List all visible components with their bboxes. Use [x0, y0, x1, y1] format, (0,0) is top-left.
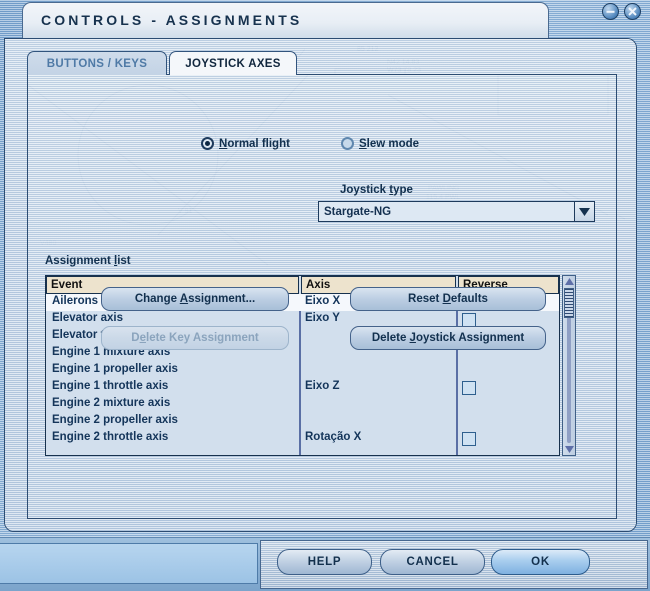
cell-event: Elevator axis: [52, 312, 123, 324]
cancel-button-label: CANCEL: [406, 556, 459, 568]
cell-axis: Eixo Y: [305, 312, 340, 324]
help-button[interactable]: HELP: [277, 549, 372, 575]
scroll-down-arrow-icon: [564, 446, 574, 453]
radio-slew-mode-indicator: [341, 137, 354, 150]
tab-joystick-axes-label: JOYSTICK AXES: [185, 57, 281, 70]
joystick-type-dropdown-button[interactable]: [574, 202, 594, 221]
tab-joystick-axes[interactable]: JOYSTICK AXES: [169, 51, 297, 75]
scrollbar-up-button[interactable]: [563, 276, 575, 287]
scrollbar-down-button[interactable]: [563, 444, 575, 455]
cell-event: Engine 2 mixture axis: [52, 397, 171, 409]
reverse-checkbox[interactable]: [462, 432, 476, 446]
ok-button[interactable]: OK: [491, 549, 590, 575]
radio-normal-flight-label: Normal flight: [219, 137, 290, 150]
table-row[interactable]: Engine 2 throttle axis Rotação X: [46, 430, 559, 447]
close-button[interactable]: [624, 3, 641, 20]
dialog-footer: HELP CANCEL OK: [0, 537, 650, 591]
assignment-list-label: Assignment list: [45, 255, 131, 267]
minimize-icon: [606, 10, 615, 13]
help-button-label: HELP: [307, 556, 342, 568]
window-title: CONTROLS - ASSIGNMENTS: [41, 12, 303, 28]
joystick-axes-panel: V480 PAWLING 115.4 PWL V 91 Normal fligh…: [27, 74, 617, 519]
table-rows-area: Ailerons axis Eixo X Elevator axis Eixo Y El…: [46, 294, 559, 455]
delete-key-assignment-label: Delete Key Assignment: [131, 332, 259, 344]
table-row[interactable]: Engine 2 mixture axis: [46, 396, 559, 413]
radio-normal-flight[interactable]: Normal flight: [201, 137, 290, 150]
delete-joystick-assignment-button[interactable]: Delete Joystick Assignment: [350, 326, 546, 350]
tab-buttons-keys-label: BUTTONS / KEYS: [46, 57, 148, 70]
reverse-checkbox[interactable]: [462, 381, 476, 395]
reverse-checkbox[interactable]: [462, 313, 476, 327]
window-controls: [602, 3, 646, 23]
reset-defaults-button[interactable]: Reset Defaults: [350, 287, 546, 311]
cell-axis: Rotação X: [305, 431, 362, 443]
table-row[interactable]: Engine 1 propeller axis: [46, 362, 559, 379]
radio-slew-mode[interactable]: Slew mode: [341, 137, 419, 150]
minimize-button[interactable]: [602, 3, 619, 20]
delete-joystick-assignment-label: Delete Joystick Assignment: [371, 332, 525, 344]
flight-mode-radio-group: Normal flight Slew mode: [28, 137, 616, 157]
reset-defaults-label: Reset Defaults: [408, 293, 488, 305]
assignment-list-scrollbar[interactable]: [562, 275, 576, 456]
radio-selected-dot: [205, 141, 210, 146]
radio-slew-mode-label: Slew mode: [359, 137, 420, 150]
tab-buttons-keys[interactable]: BUTTONS / KEYS: [27, 51, 167, 75]
footer-left-panel: [0, 543, 258, 584]
joystick-type-select[interactable]: Stargate-NG: [318, 201, 595, 222]
cell-event: Engine 1 throttle axis: [52, 380, 169, 392]
change-assignment-label: Change Assignment...: [134, 293, 256, 305]
cancel-button[interactable]: CANCEL: [380, 549, 485, 575]
chevron-down-icon: [579, 207, 590, 216]
scrollbar-thumb[interactable]: [564, 288, 574, 318]
cell-event: Engine 1 propeller axis: [52, 363, 178, 375]
delete-key-assignment-button: Delete Key Assignment: [101, 326, 289, 350]
table-row[interactable]: Engine 2 propeller axis: [46, 413, 559, 430]
radio-normal-flight-indicator: [201, 137, 214, 150]
window-titlebar: CONTROLS - ASSIGNMENTS: [22, 2, 549, 39]
table-row[interactable]: Engine 1 throttle axis Eixo Z: [46, 379, 559, 396]
controls-assignments-dialog: N42 14.83 W73 78.23 CHESTER 116.1 CTR Ch…: [4, 38, 637, 532]
joystick-type-value: Stargate-NG: [324, 205, 392, 218]
cell-event: Engine 2 propeller axis: [52, 414, 178, 426]
ok-button-label: OK: [531, 556, 550, 568]
cell-axis: Eixo Z: [305, 380, 340, 392]
close-icon: [628, 7, 637, 16]
cell-event: Engine 2 throttle axis: [52, 431, 169, 443]
cell-axis: Eixo X: [305, 295, 341, 307]
scroll-up-arrow-icon: [564, 278, 574, 285]
joystick-type-label: Joystick type: [340, 184, 413, 196]
change-assignment-button[interactable]: Change Assignment...: [101, 287, 289, 311]
